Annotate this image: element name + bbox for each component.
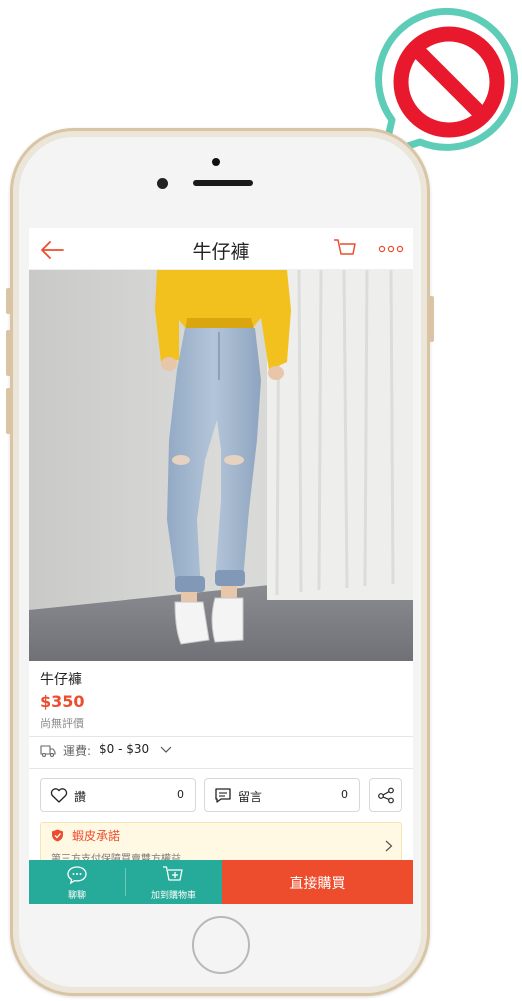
bottom-action-bar: 聊聊 加到購物車 直接購買 [29,860,413,904]
add-to-cart-icon [163,866,183,881]
product-name: 牛仔褲 [40,672,82,688]
comment-count: 0 [341,788,348,801]
heart-icon [50,788,68,803]
product-price: $350 [40,692,85,711]
buy-now-label: 直接購買 [289,876,346,892]
rating-text: 尚無評價 [40,717,84,730]
divider [29,736,413,737]
truck-icon [40,745,56,757]
chevron-right-icon [385,840,393,852]
top-nav-bar: 牛仔褲 [29,228,413,270]
comment-button[interactable]: 留言 0 [204,778,360,812]
shield-icon [52,829,63,842]
add-to-cart-button[interactable]: 加到購物車 [125,860,222,904]
like-button[interactable]: 讚 0 [40,778,196,812]
proximity-sensor [212,158,220,166]
add-to-cart-label: 加到購物車 [150,891,196,901]
power-button [429,296,434,342]
volume-down-button [6,388,11,434]
product-image[interactable] [29,270,413,661]
cart-icon[interactable] [333,237,357,261]
divider [125,868,126,896]
guarantee-title: 蝦皮承諾 [72,829,121,843]
share-button[interactable] [369,778,402,812]
chevron-down-icon[interactable] [160,745,172,755]
more-dots-icon[interactable] [378,245,404,253]
earpiece-speaker [193,180,253,186]
comment-label: 留言 [238,790,263,804]
like-count: 0 [177,788,184,801]
share-icon [378,787,394,804]
shipping-fee[interactable]: $0 - $30 [99,742,149,756]
like-label: 讚 [74,790,87,804]
volume-up-button [6,330,11,376]
chat-bubble-icon [67,866,87,885]
silent-switch [6,288,11,314]
front-camera [157,178,168,189]
home-button[interactable] [192,916,250,974]
divider [29,768,413,769]
comment-icon [215,788,231,803]
shipping-label: 運費: [63,744,92,758]
app-screen: 牛仔褲 牛仔褲 $350 尚無評價 運費: $0 - $30 讚 0 留言 0 … [29,228,413,904]
buy-now-button[interactable]: 直接購買 [222,860,413,904]
chat-label: 聊聊 [67,891,86,901]
prohibition-icon [393,26,505,138]
chat-button[interactable]: 聊聊 [29,860,125,904]
